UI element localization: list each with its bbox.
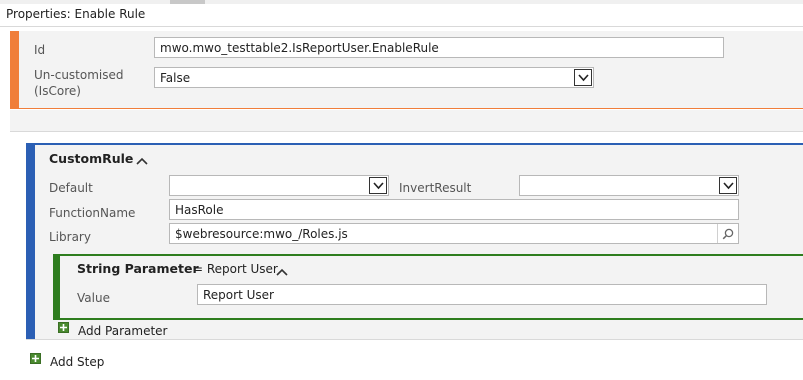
- function-name-label: FunctionName: [49, 206, 136, 220]
- default-label: Default: [49, 181, 93, 195]
- chevron-down-icon[interactable]: [369, 177, 387, 194]
- custom-rule-title: CustomRule: [49, 151, 134, 166]
- custom-rule-divider: [26, 339, 803, 340]
- library-label: Library: [49, 230, 91, 244]
- value-field[interactable]: Report User: [197, 284, 767, 305]
- chevron-down-icon[interactable]: [719, 177, 737, 194]
- default-select[interactable]: [169, 175, 389, 196]
- properties-spacer: [10, 110, 803, 132]
- uncustomised-label-line1: Un-customised: [34, 68, 124, 82]
- uncustomised-select[interactable]: False: [154, 67, 594, 88]
- chevron-up-icon[interactable]: [276, 265, 288, 279]
- value-label: Value: [77, 291, 110, 305]
- top-strip-tab: [170, 0, 205, 4]
- invert-result-label: InvertResult: [399, 181, 472, 195]
- chevron-down-icon[interactable]: [574, 69, 592, 86]
- search-icon[interactable]: [717, 224, 738, 243]
- add-step-button[interactable]: Add Step: [50, 355, 104, 369]
- uncustomised-label: Un-customised (IsCore): [34, 67, 124, 99]
- title-divider: [0, 26, 803, 27]
- invert-result-select[interactable]: [519, 175, 739, 196]
- plus-icon[interactable]: [30, 353, 41, 364]
- id-field[interactable]: mwo.mwo_testtable2.IsReportUser.EnableRu…: [154, 37, 724, 58]
- top-strip: [0, 0, 803, 4]
- plus-icon[interactable]: [58, 322, 69, 333]
- string-parameter-title: String Parameter: [77, 261, 199, 276]
- add-parameter-button[interactable]: Add Parameter: [78, 324, 167, 338]
- uncustomised-label-line2: (IsCore): [34, 84, 81, 98]
- library-field[interactable]: $webresource:mwo_/Roles.js: [169, 223, 739, 244]
- string-parameter-subtitle: = Report User: [193, 262, 278, 276]
- library-value: $webresource:mwo_/Roles.js: [175, 226, 348, 241]
- chevron-up-icon[interactable]: [136, 154, 148, 168]
- window-title: Properties: Enable Rule: [6, 7, 146, 21]
- function-name-field[interactable]: HasRole: [169, 199, 739, 220]
- id-label: Id: [34, 43, 46, 57]
- uncustomised-select-value: False: [160, 70, 191, 85]
